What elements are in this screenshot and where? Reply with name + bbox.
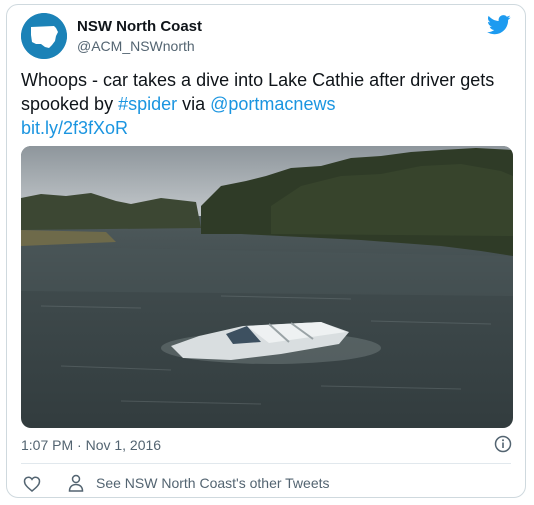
heart-icon[interactable] <box>23 475 41 493</box>
mention-link[interactable]: @portmacnews <box>210 94 335 114</box>
avatar[interactable] <box>21 13 67 59</box>
info-icon[interactable] <box>494 435 512 453</box>
tweet-text: Whoops - car takes a dive into Lake Cath… <box>21 68 516 140</box>
url-link[interactable]: bit.ly/2f3fXoR <box>21 118 128 138</box>
tweet-card: NSW North Coast @ACM_NSWnorth Whoops - c… <box>6 4 526 498</box>
car-in-lake-image <box>21 146 513 428</box>
nsw-map-icon <box>21 13 67 59</box>
author-name[interactable]: NSW North Coast <box>77 18 202 35</box>
person-icon <box>68 474 84 492</box>
see-other-tweets-link[interactable]: See NSW North Coast's other Tweets <box>96 475 330 491</box>
tweet-photo[interactable] <box>21 146 513 428</box>
tweet-text-part: via <box>177 94 211 114</box>
hashtag-link[interactable]: #spider <box>118 94 177 114</box>
tweet-timestamp[interactable]: 1:07 PM · Nov 1, 2016 <box>21 437 161 453</box>
author-handle[interactable]: @ACM_NSWnorth <box>77 38 195 54</box>
twitter-bird-icon[interactable] <box>487 15 511 35</box>
divider <box>21 463 511 464</box>
